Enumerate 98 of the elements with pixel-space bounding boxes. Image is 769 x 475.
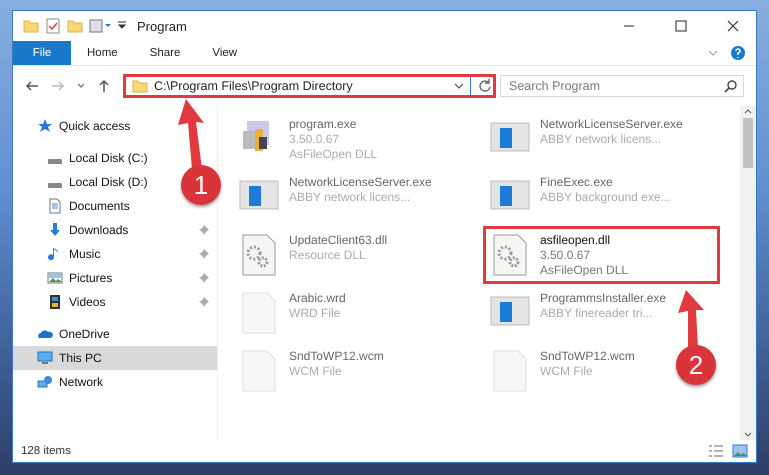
refresh-icon: [477, 78, 493, 94]
file-item[interactable]: NetworkLicenseServer.exe ABBY network licens...: [232, 168, 439, 226]
file-name: program.exe: [289, 117, 358, 132]
file-detail: ABBY finereader tri...: [540, 306, 654, 321]
file-detail: AsFileOpen DLL: [540, 263, 628, 278]
file-item[interactable]: SndToWP12.wcm WCM File: [483, 342, 642, 400]
file-detail: Resource DLL: [289, 248, 367, 263]
sidebar-item[interactable]: This PC: [13, 346, 217, 370]
network-icon: [37, 374, 53, 390]
properties-icon: [89, 18, 111, 34]
chevron-down-icon: [77, 82, 85, 90]
checklist-icon: [45, 18, 61, 34]
large-icons-view-icon: [732, 444, 748, 458]
new-folder-icon: [67, 18, 83, 34]
window-title: Program: [137, 18, 188, 34]
chevron-down-icon: [454, 81, 464, 91]
folder-icon: [23, 18, 39, 34]
pin-icon: [199, 273, 209, 283]
file-detail: 3.50.0.67: [540, 248, 592, 263]
file-item[interactable]: program.exe 3.50.0.67 AsFileOpen DLL: [232, 110, 384, 168]
pin-icon: [199, 249, 209, 259]
forward-arrow-icon: [51, 79, 65, 93]
sidebar-item[interactable]: OneDrive: [13, 322, 118, 346]
file-name: UpdateClient63.dll: [289, 233, 388, 248]
monitor-icon: [37, 350, 53, 366]
file-detail: WCM File: [540, 364, 594, 379]
sidebar-item[interactable]: Videos: [13, 290, 217, 314]
drive-icon: [48, 158, 62, 164]
file-item[interactable]: ProgrammsInstaller.exe ABBY finereader tri...: [483, 284, 674, 342]
drive-icon: [48, 182, 62, 188]
file-item[interactable]: NetworkLicenseServer.exe ABBY network licens...: [483, 110, 690, 168]
folder-icon: [132, 78, 148, 94]
help-icon: [730, 45, 746, 61]
up-arrow-icon: [97, 79, 111, 93]
sidebar-item-label: Pictures: [69, 271, 114, 285]
file-name: FineExec.exe: [540, 175, 614, 190]
file-item[interactable]: SndToWP12.wcm WCM File: [232, 342, 391, 400]
file-name: NetworkLicenseServer.exe: [540, 117, 683, 132]
pin-icon: [199, 297, 209, 307]
file-item[interactable]: UpdateClient63.dll Resource DLL: [232, 226, 394, 284]
star-icon: [37, 118, 53, 134]
file-name: SndToWP12.wcm: [289, 349, 384, 364]
sidebar-item-label: Network: [59, 375, 104, 389]
annotation-arrow: [678, 290, 704, 348]
sidebar-item[interactable]: Music: [13, 242, 217, 266]
file-detail: 3.50.0.67: [289, 132, 340, 147]
scroll-thumb[interactable]: [743, 118, 753, 168]
annotation-arrow: [176, 99, 206, 169]
file-detail: AsFileOpen DLL: [289, 147, 378, 162]
sidebar-item-label: Local Disk (C:): [69, 151, 148, 165]
ribbon-tab[interactable]: File: [13, 41, 71, 65]
ribbon-tab[interactable]: Share: [134, 41, 196, 65]
sidebar-item-label: Documents: [69, 199, 130, 213]
sidebar-item-label: OneDrive: [59, 327, 110, 341]
pictures-icon: [47, 270, 63, 286]
document-icon: [47, 198, 63, 214]
sidebar-item-label: This PC: [59, 351, 103, 365]
sidebar-item[interactable]: Local Disk (D:): [13, 170, 156, 194]
back-arrow-icon: [25, 79, 39, 93]
file-name: SndToWP12.wcm: [540, 349, 635, 364]
file-name: ProgrammsInstaller.exe: [540, 291, 666, 306]
chevron-down-icon: [708, 48, 718, 58]
sidebar-item[interactable]: Network: [13, 370, 112, 394]
file-name: asfileopen.dll: [540, 233, 612, 248]
file-detail: ABBY network licens...: [289, 190, 412, 205]
search-field[interactable]: Search Program: [500, 75, 744, 97]
sidebar-item[interactable]: Documents: [13, 194, 138, 218]
maximize-icon: [675, 20, 687, 32]
sidebar-item-label: Quick access: [59, 119, 130, 133]
file-detail: WRD File: [289, 306, 342, 321]
item-count: 128 items: [21, 445, 72, 457]
sidebar-item-label: Music: [69, 247, 102, 261]
sidebar-item-label: Videos: [69, 295, 106, 309]
file-detail: WCM File: [289, 364, 343, 379]
sidebar-item[interactable]: Pictures: [13, 266, 217, 290]
sidebar-item-label: Local Disk (D:): [69, 175, 148, 189]
file-item[interactable]: asfileopen.dll 3.50.0.67 AsFileOpen DLL: [483, 226, 720, 284]
download-icon: [47, 222, 63, 238]
ribbon-tab[interactable]: View: [196, 41, 254, 65]
file-name: Arabic.wrd: [289, 291, 346, 306]
details-view-icon: [708, 444, 724, 458]
scrollbar[interactable]: [740, 106, 756, 440]
sidebar-item-label: Downloads: [69, 223, 130, 237]
file-item[interactable]: Arabic.wrd WRD File: [232, 284, 353, 342]
file-name: NetworkLicenseServer.exe: [289, 175, 432, 190]
file-detail: ABBY network licens...: [540, 132, 662, 147]
file-item[interactable]: FineExec.exe ABBY background exe...: [483, 168, 678, 226]
sidebar-item[interactable]: Local Disk (C:): [13, 146, 156, 170]
sidebar-item[interactable]: Downloads: [13, 218, 217, 242]
address-bar[interactable]: C:\Program Files\Program Directory: [123, 74, 496, 98]
file-detail: ABBY background exe...: [540, 190, 671, 205]
search-icon: [724, 79, 738, 93]
address-path: C:\Program Files\Program Directory: [154, 79, 354, 93]
sidebar-item[interactable]: Quick access: [13, 114, 138, 138]
close-icon: [727, 20, 739, 32]
film-icon: [47, 294, 63, 310]
pin-icon: [199, 225, 209, 235]
ribbon-tab[interactable]: Home: [71, 41, 134, 65]
